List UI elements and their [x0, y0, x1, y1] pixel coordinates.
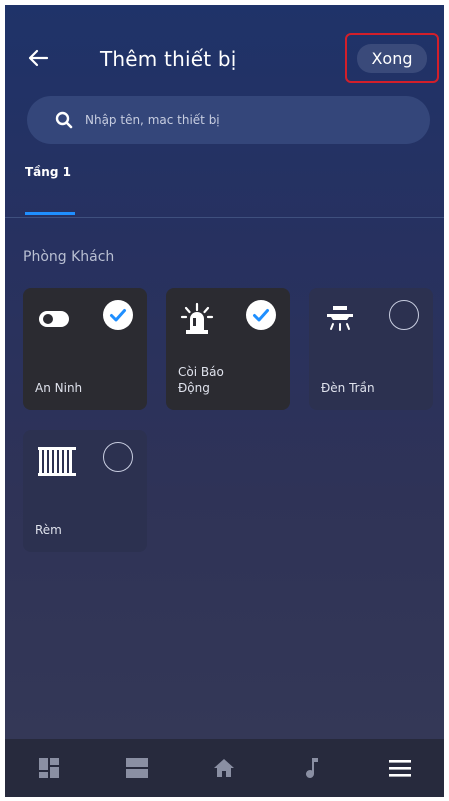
arrow-left-icon [28, 49, 49, 67]
header: Thêm thiết bị Xong [5, 5, 444, 110]
nav-dashboard[interactable] [5, 739, 93, 797]
ceiling-light-icon [327, 306, 353, 331]
active-tab-indicator [25, 212, 75, 215]
done-button-highlight: Xong [345, 33, 439, 83]
done-button[interactable]: Xong [357, 43, 427, 73]
device-card-coi-bao-dong[interactable]: Còi Báo Động [166, 288, 290, 410]
search-icon [55, 111, 73, 129]
siren-icon [180, 302, 214, 334]
search-bar[interactable] [27, 96, 430, 144]
nav-menu[interactable] [356, 739, 444, 797]
curtain-icon [38, 447, 76, 476]
toggle-switch-icon [39, 311, 69, 327]
device-card-den-tran[interactable]: Đèn Trần [309, 288, 433, 410]
back-button[interactable] [23, 43, 53, 73]
nav-list[interactable] [93, 739, 181, 797]
page-title: Thêm thiết bị [100, 47, 237, 71]
music-note-icon [306, 758, 319, 778]
tab-divider [5, 217, 444, 218]
device-card-an-ninh[interactable]: An Ninh [23, 288, 147, 410]
search-input[interactable] [85, 113, 405, 127]
device-card-rem[interactable]: Rèm [23, 430, 147, 552]
unselected-circle-icon[interactable] [389, 300, 419, 330]
dashboard-icon [38, 758, 59, 778]
nav-home[interactable] [181, 739, 269, 797]
menu-icon [389, 760, 412, 777]
device-label: Còi Báo Động [178, 364, 224, 395]
unselected-circle-icon[interactable] [103, 442, 133, 472]
home-icon [214, 759, 235, 777]
device-label: Đèn Trần [321, 380, 375, 395]
list-view-icon [125, 758, 148, 778]
bottom-nav [5, 739, 444, 797]
nav-music[interactable] [268, 739, 356, 797]
device-label: Rèm [35, 522, 62, 537]
selected-check-icon[interactable] [246, 300, 276, 330]
tab-floor-1[interactable]: Tầng 1 [25, 165, 71, 179]
device-label: An Ninh [35, 380, 83, 395]
selected-check-icon[interactable] [103, 300, 133, 330]
app-screen: Thêm thiết bị Xong Tầng 1 Phòng Khách An… [5, 5, 444, 797]
room-title: Phòng Khách [23, 249, 115, 265]
